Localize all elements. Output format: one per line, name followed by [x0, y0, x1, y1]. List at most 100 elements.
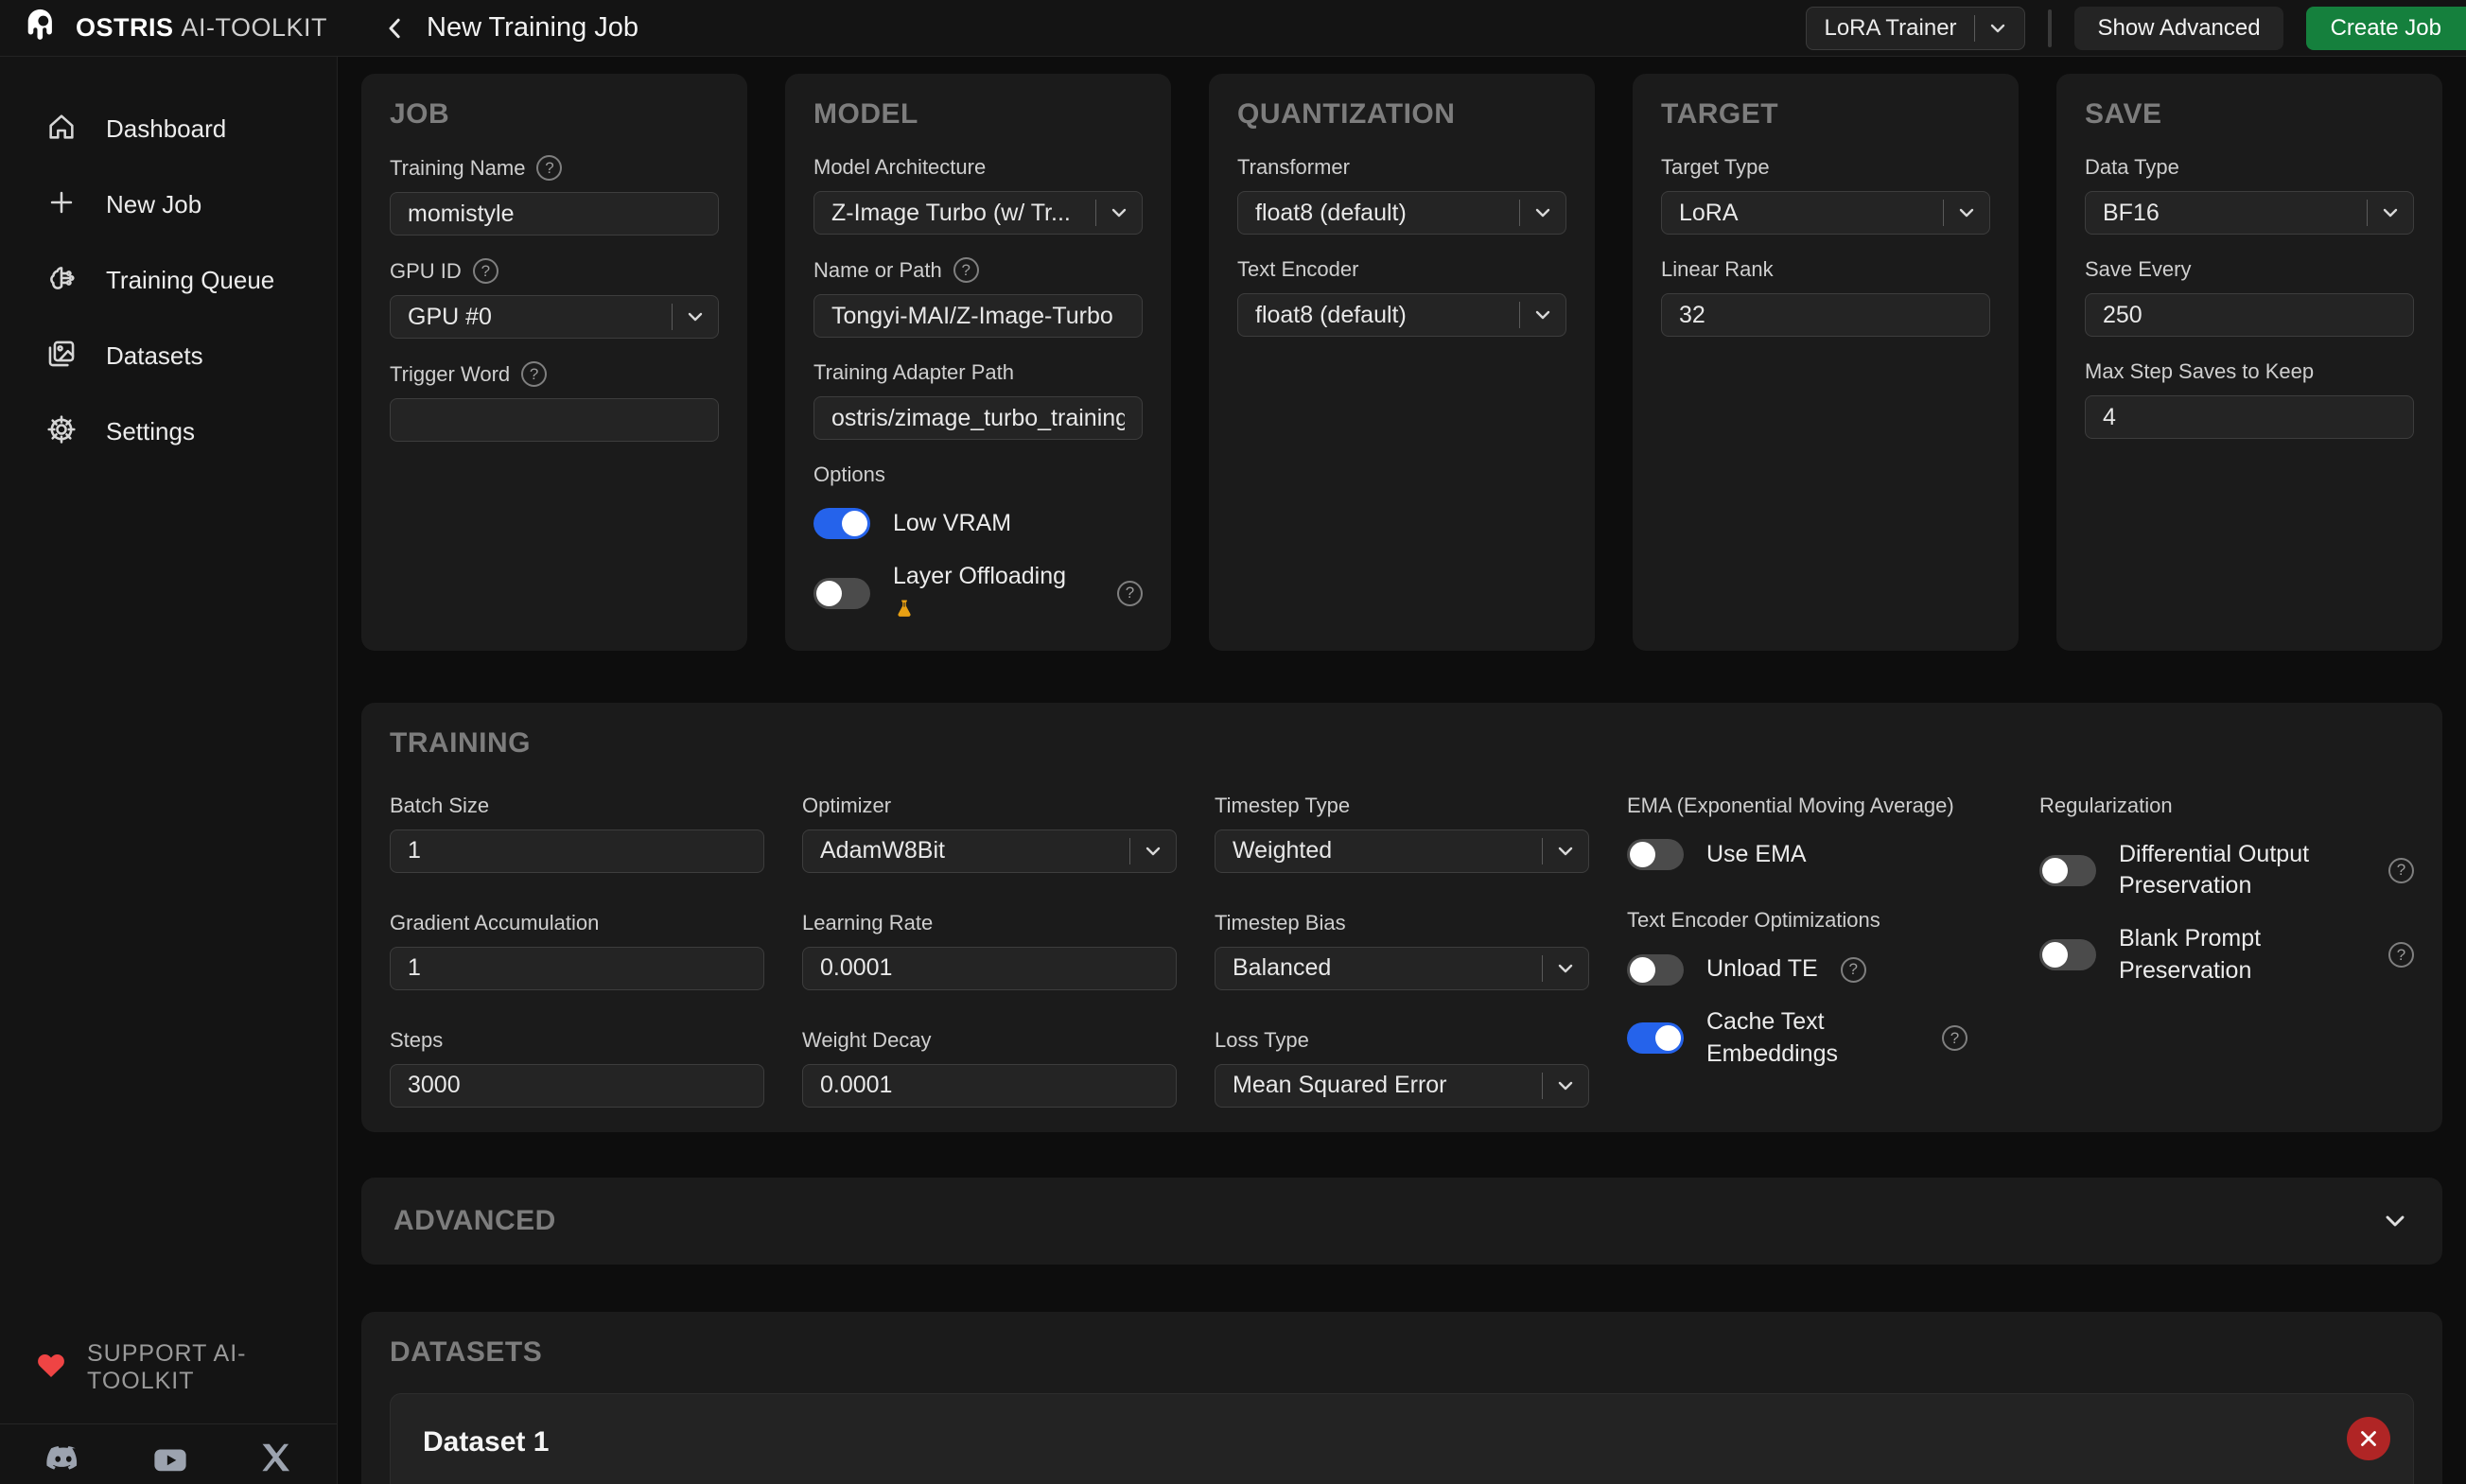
gpu-id-label: GPU ID	[390, 259, 462, 284]
steps-field: Steps	[390, 1028, 764, 1108]
chevron-down-icon	[1986, 17, 2009, 40]
training-name-input[interactable]	[390, 192, 719, 236]
trigger-word-input[interactable]	[390, 398, 719, 442]
help-icon[interactable]: ?	[953, 257, 979, 283]
help-icon[interactable]: ?	[1942, 1025, 1968, 1051]
low-vram-row: Low VRAM	[813, 508, 1143, 540]
sidebar-item-settings[interactable]: Settings	[0, 405, 337, 458]
show-advanced-button[interactable]: Show Advanced	[2074, 7, 2282, 50]
experimental-flask-icon	[893, 597, 1066, 626]
loss-type-label: Loss Type	[1215, 1028, 1309, 1053]
data-type-select[interactable]: BF16	[2085, 191, 2414, 235]
advanced-panel[interactable]: ADVANCED	[361, 1178, 2442, 1265]
linear-rank-field: Linear Rank	[1661, 257, 1990, 337]
discord-icon[interactable]	[44, 1440, 83, 1484]
adapter-path-input[interactable]	[813, 396, 1143, 440]
name-or-path-input[interactable]	[813, 294, 1143, 338]
linear-rank-input[interactable]	[1661, 293, 1990, 337]
use-ema-toggle[interactable]	[1627, 839, 1684, 870]
quantization-panel-title: QUANTIZATION	[1237, 98, 1566, 131]
model-panel-title: MODEL	[813, 98, 1143, 131]
gpu-id-select-value: GPU #0	[408, 304, 655, 331]
learning-rate-input[interactable]	[802, 947, 1177, 990]
brand-light: AI-TOOLKIT	[182, 13, 328, 42]
sidebar: Dashboard New Job Training Queue Dataset…	[0, 57, 338, 1484]
trainer-select-value: LoRA Trainer	[1824, 15, 1956, 42]
page-title: New Training Job	[427, 12, 638, 44]
model-architecture-select[interactable]: Z-Image Turbo (w/ Tr...	[813, 191, 1143, 235]
differential-output-preservation-label: Differential Output Preservation	[2119, 839, 2365, 903]
chevron-down-icon	[1554, 957, 1577, 980]
sidebar-item-dashboard[interactable]: Dashboard	[0, 102, 337, 155]
main-content: JOB Training Name ? GPU ID ? GPU #0	[338, 57, 2466, 1484]
gpu-id-select[interactable]: GPU #0	[390, 295, 719, 339]
save-every-input[interactable]	[2085, 293, 2414, 337]
weight-decay-field: Weight Decay	[802, 1028, 1177, 1108]
batch-size-field: Batch Size	[390, 794, 764, 873]
youtube-icon[interactable]	[149, 1440, 191, 1484]
weight-decay-label: Weight Decay	[802, 1028, 932, 1053]
cache-text-embeddings-toggle[interactable]	[1627, 1022, 1684, 1054]
home-icon	[45, 111, 78, 148]
top-bar: OSTRISAI-TOOLKIT New Training Job LoRA T…	[0, 0, 2466, 57]
name-or-path-label: Name or Path	[813, 258, 942, 283]
chevron-down-icon	[1531, 304, 1554, 326]
help-icon[interactable]: ?	[521, 361, 547, 387]
optimizer-select[interactable]: AdamW8Bit	[802, 829, 1177, 873]
x-icon[interactable]	[257, 1440, 293, 1484]
sidebar-item-label: Training Queue	[106, 266, 274, 295]
advanced-panel-title: ADVANCED	[394, 1205, 556, 1237]
transformer-select[interactable]: float8 (default)	[1237, 191, 1566, 235]
sidebar-item-new-job[interactable]: New Job	[0, 178, 337, 231]
gradient-accumulation-input[interactable]	[390, 947, 764, 990]
timestep-type-select[interactable]: Weighted	[1215, 829, 1589, 873]
training-panel-title: TRAINING	[390, 727, 2414, 759]
support-link[interactable]: SUPPORT AI-TOOLKIT	[0, 1340, 337, 1395]
batch-size-label: Batch Size	[390, 794, 489, 818]
chevron-down-icon	[1142, 840, 1164, 863]
sidebar-item-datasets[interactable]: Datasets	[0, 329, 337, 382]
help-icon[interactable]: ?	[2388, 942, 2414, 968]
remove-dataset-button[interactable]	[2347, 1417, 2390, 1460]
timestep-bias-label: Timestep Bias	[1215, 911, 1346, 935]
target-type-select[interactable]: LoRA	[1661, 191, 1990, 235]
max-step-saves-input[interactable]	[2085, 395, 2414, 439]
help-icon[interactable]: ?	[1117, 581, 1143, 606]
chevron-down-icon	[1955, 201, 1978, 224]
low-vram-toggle[interactable]	[813, 508, 870, 539]
dataset-title: Dataset 1	[423, 1426, 2381, 1458]
unload-te-toggle[interactable]	[1627, 954, 1684, 986]
steps-input[interactable]	[390, 1064, 764, 1108]
batch-size-input[interactable]	[390, 829, 764, 873]
data-type-label: Data Type	[2085, 155, 2179, 180]
sidebar-item-training-queue[interactable]: Training Queue	[0, 253, 337, 306]
chevron-down-icon[interactable]	[2380, 1206, 2410, 1236]
trainer-select[interactable]: LoRA Trainer	[1806, 7, 2025, 50]
model-panel: MODEL Model Architecture Z-Image Turbo (…	[785, 74, 1171, 651]
back-icon[interactable]	[381, 14, 410, 43]
text-encoder-select[interactable]: float8 (default)	[1237, 293, 1566, 337]
layer-offloading-toggle[interactable]	[813, 578, 870, 609]
training-name-label: Training Name	[390, 156, 525, 181]
model-architecture-label: Model Architecture	[813, 155, 986, 180]
blank-prompt-preservation-toggle[interactable]	[2039, 939, 2096, 970]
loss-type-select[interactable]: Mean Squared Error	[1215, 1064, 1589, 1108]
help-icon[interactable]: ?	[1841, 957, 1866, 983]
trigger-word-field: Trigger Word ?	[390, 361, 719, 442]
te-group-label: Text Encoder Optimizations	[1627, 908, 2002, 933]
layer-offloading-row: Layer Offloading ?	[813, 561, 1143, 626]
timestep-type-field: Timestep Type Weighted	[1215, 794, 1589, 873]
help-icon[interactable]: ?	[2388, 858, 2414, 883]
target-type-field: Target Type LoRA	[1661, 155, 1990, 235]
unload-te-row: Unload TE ?	[1627, 953, 2002, 986]
help-icon[interactable]: ?	[473, 258, 498, 284]
weight-decay-input[interactable]	[802, 1064, 1177, 1108]
timestep-bias-select[interactable]: Balanced	[1215, 947, 1589, 990]
job-panel: JOB Training Name ? GPU ID ? GPU #0	[361, 74, 747, 651]
select-divider	[1943, 200, 1944, 226]
timestep-bias-field: Timestep Bias Balanced	[1215, 911, 1589, 990]
differential-output-preservation-toggle[interactable]	[2039, 855, 2096, 886]
create-job-button[interactable]: Create Job	[2306, 7, 2466, 50]
help-icon[interactable]: ?	[536, 155, 562, 181]
save-panel: SAVE Data Type BF16 Save Every	[2056, 74, 2442, 651]
